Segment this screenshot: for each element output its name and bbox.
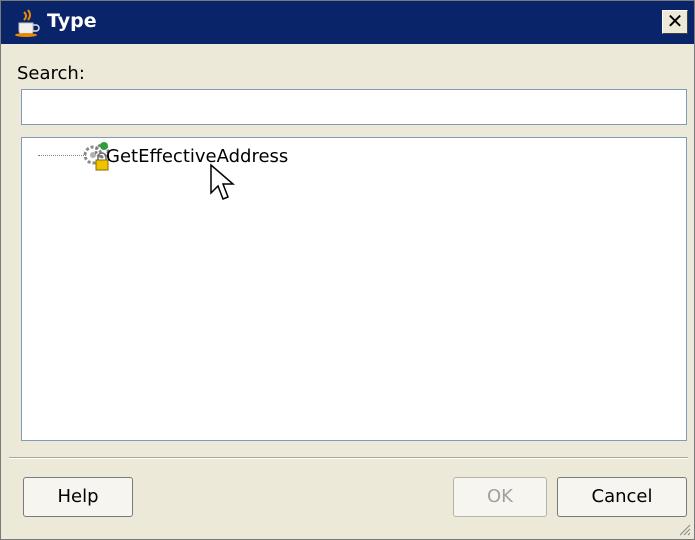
cancel-button[interactable]: Cancel: [557, 477, 687, 517]
dialog-title: Type: [47, 10, 97, 32]
ok-button[interactable]: OK: [453, 477, 547, 517]
help-button[interactable]: Help: [23, 477, 133, 517]
close-icon: ✕: [666, 9, 684, 33]
type-dialog: Type ✕ Search: GetEffectiveAddress Help …: [0, 0, 695, 540]
search-label: Search:: [17, 63, 85, 84]
java-cup-icon: [15, 9, 40, 37]
mouse-cursor-icon: [210, 163, 235, 200]
close-button[interactable]: ✕: [662, 10, 688, 34]
search-input[interactable]: [21, 89, 687, 125]
button-separator: [9, 457, 688, 459]
title-bar[interactable]: Type ✕: [1, 1, 694, 44]
tree-item-label[interactable]: GetEffectiveAddress: [106, 146, 288, 167]
type-tree[interactable]: GetEffectiveAddress: [21, 137, 687, 441]
resize-grip-icon[interactable]: [677, 522, 691, 536]
tree-connector: [38, 155, 86, 156]
